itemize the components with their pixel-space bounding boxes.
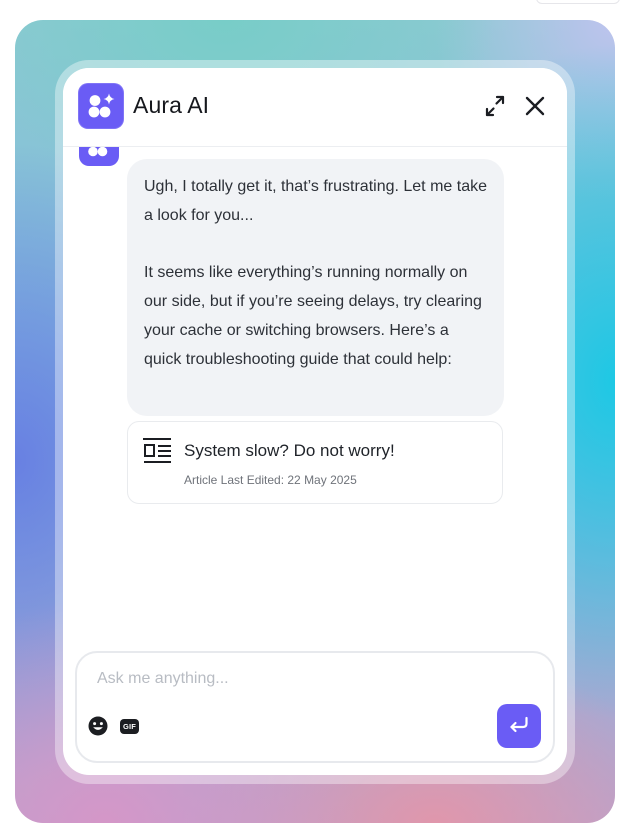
bot-message-bubble: Ugh, I totally get it, that’s frustratin… xyxy=(127,159,504,416)
aura-logo-icon xyxy=(78,83,124,129)
emoji-button[interactable] xyxy=(87,715,109,737)
top-pill xyxy=(536,0,620,4)
app-title: Aura AI xyxy=(133,92,210,118)
chat-window: Aura AI Ugh, I totally get it, that’s fr… xyxy=(63,68,567,775)
article-icon xyxy=(143,436,173,466)
emoji-icon xyxy=(88,716,108,736)
close-button[interactable] xyxy=(521,92,549,120)
send-button[interactable] xyxy=(497,704,541,748)
expand-button[interactable] xyxy=(481,92,509,120)
message-composer: GIF xyxy=(75,651,555,763)
enter-arrow-icon xyxy=(510,716,528,733)
message-input[interactable] xyxy=(97,667,497,691)
chat-header: Aura AI xyxy=(63,68,567,147)
close-icon xyxy=(525,96,545,116)
expand-arrows-icon xyxy=(485,95,505,117)
article-title: System slow? Do not worry! xyxy=(184,441,395,460)
article-card[interactable]: System slow? Do not worry! Article Last … xyxy=(127,421,503,504)
article-last-edited: Article Last Edited: 22 May 2025 xyxy=(184,473,357,487)
gif-button[interactable]: GIF xyxy=(120,719,139,734)
